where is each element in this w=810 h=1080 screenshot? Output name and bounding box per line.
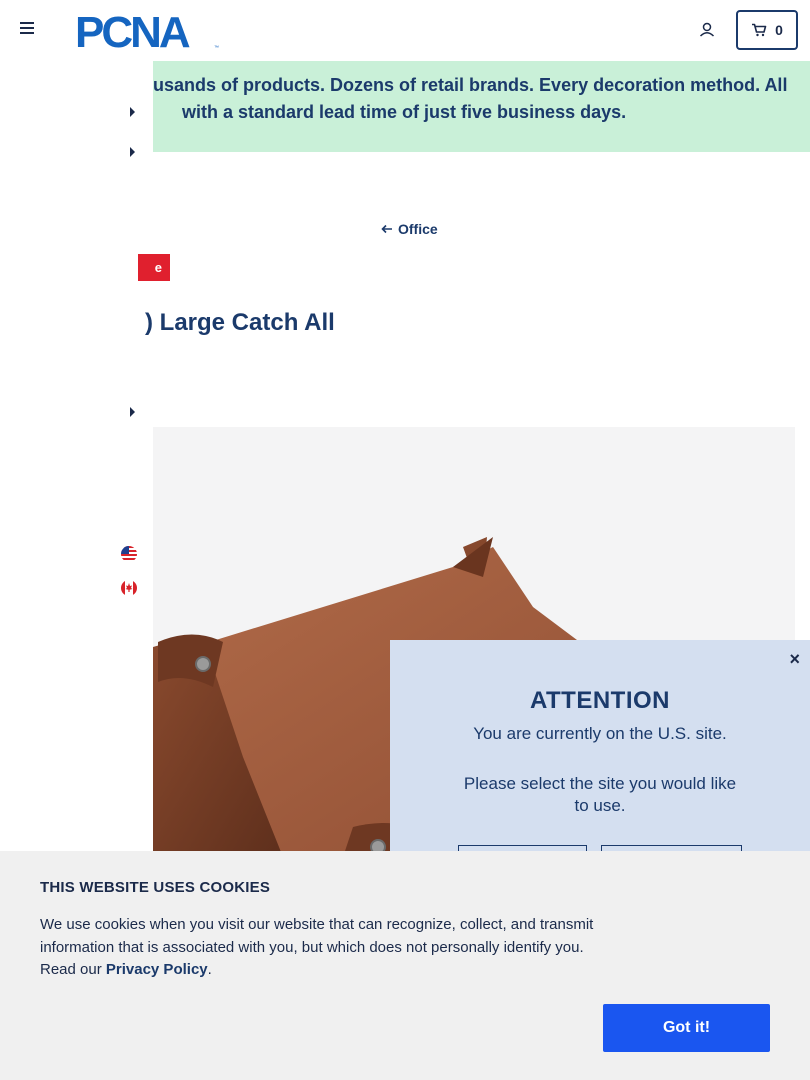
caret-right-icon[interactable] [130, 107, 135, 117]
modal-prompt: Please select the site you would like to… [463, 774, 737, 815]
menu-icon[interactable] [20, 22, 36, 38]
status-badge: e [138, 254, 170, 281]
cookie-consent-bar: THIS WEBSITE USES COOKIES We use cookies… [0, 851, 810, 1080]
caret-right-icon[interactable] [130, 147, 135, 157]
cookie-period: . [207, 961, 212, 978]
cookie-text: We use cookies when you visit our websit… [40, 914, 610, 982]
breadcrumb-back-link[interactable]: Office [381, 221, 438, 237]
side-drawer [0, 61, 153, 851]
banner-line-1: usands of products. Dozens of retail bra… [153, 75, 788, 95]
arrow-left-icon [381, 224, 392, 234]
logo-text: PCNA [75, 10, 190, 50]
pcna-logo[interactable]: PCNA ™ [75, 8, 225, 57]
svg-text:™: ™ [214, 45, 219, 50]
product-title: ) Large Catch All [145, 309, 335, 336]
us-flag-icon[interactable] [121, 546, 137, 562]
site-header: PCNA ™ 0 [0, 0, 810, 61]
accept-cookies-button[interactable]: Got it! [603, 1004, 770, 1052]
canada-flag-icon[interactable] [121, 580, 137, 596]
modal-current-site: You are currently on the U.S. site. [473, 724, 727, 743]
close-icon[interactable]: × [789, 649, 800, 670]
cart-count: 0 [775, 22, 783, 38]
caret-right-icon[interactable] [130, 407, 135, 417]
user-icon[interactable] [698, 21, 716, 39]
modal-title: ATTENTION [529, 687, 671, 714]
cart-icon [752, 23, 767, 37]
site-select-modal: × ATTENTION You are currently on the U.S… [390, 640, 810, 885]
announcement-banner: usands of products. Dozens of retail bra… [153, 61, 810, 152]
cookie-title: THIS WEBSITE USES COOKIES [40, 879, 271, 896]
pcna-logo-graphic: PCNA ™ [75, 8, 219, 57]
cart-button[interactable]: 0 [736, 10, 798, 50]
privacy-policy-link[interactable]: Privacy Policy [106, 961, 208, 978]
breadcrumb-label: Office [398, 221, 438, 237]
banner-line-2: with a standard lead time of just five b… [182, 102, 627, 122]
